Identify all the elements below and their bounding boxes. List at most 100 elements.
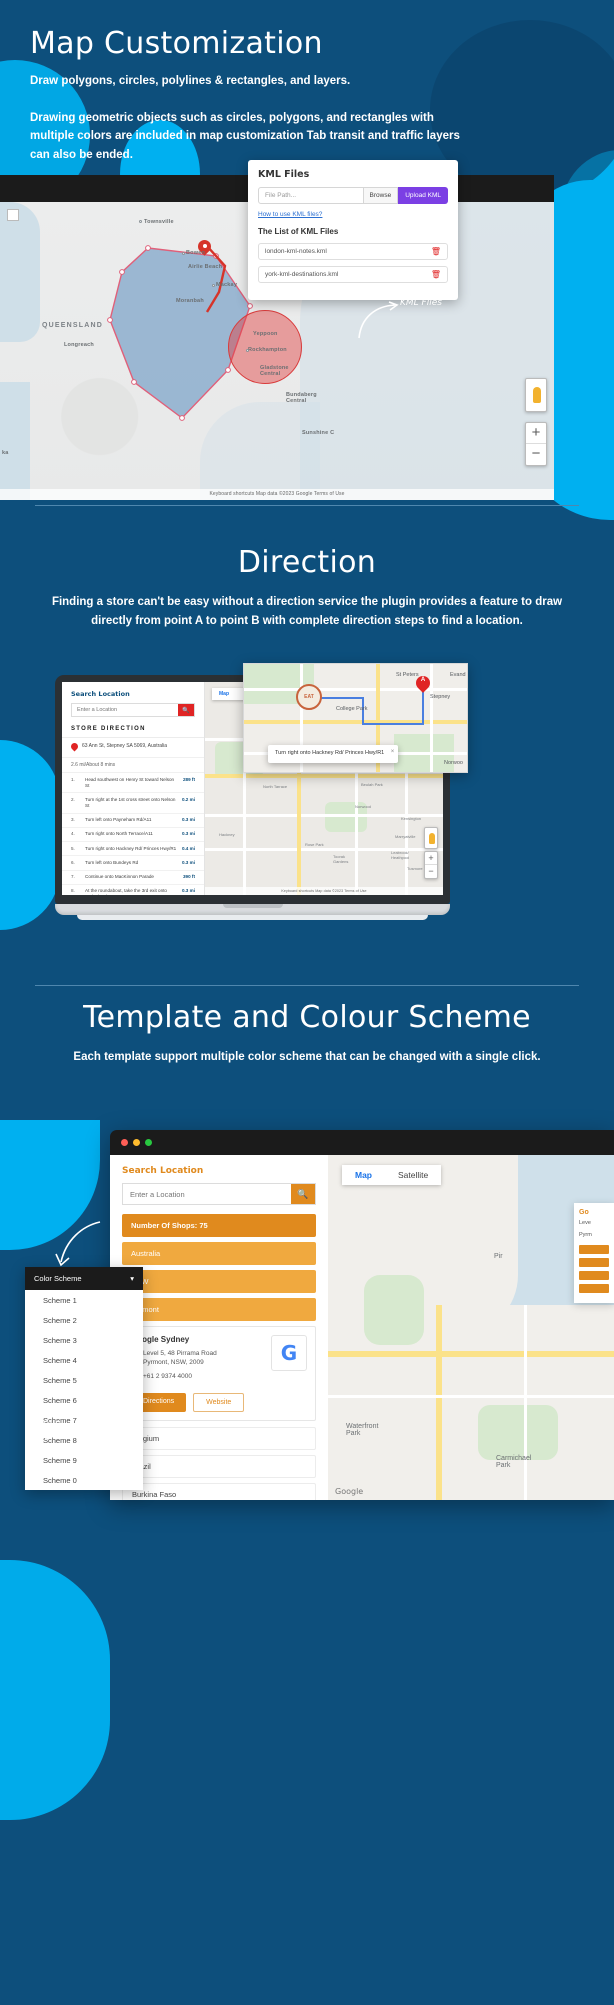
store-list-item[interactable]: Burkina Faso [122,1482,316,1500]
filter-country[interactable]: Australia [122,1242,316,1265]
section-direction: Direction Finding a store can't be easy … [0,545,614,986]
zoom-out-button[interactable]: − [425,865,437,878]
zoom-out-button[interactable]: − [526,444,546,465]
tab-map[interactable]: Map [212,688,236,700]
scheme-option[interactable]: Scheme 3 [25,1330,143,1350]
step-text: Turn left onto Bundeys Rd [85,859,139,865]
scheme-option[interactable]: Scheme 9 [25,1450,143,1470]
color-scheme-label: Color Scheme [34,1274,82,1283]
store-list-item[interactable]: Brazil [122,1454,316,1478]
step-text: Turn right onto Hackney Rd/ Princes Hwy/… [85,845,177,851]
close-icon[interactable] [121,1139,128,1146]
direction-step: 7. Continue onto MacKinnon Parade 390 ft [62,871,204,885]
map-zoom-controls[interactable]: + − [525,422,547,466]
close-icon[interactable]: × [391,748,395,757]
step-number: 1. [71,776,75,782]
tab-map[interactable]: Map [342,1165,385,1185]
store-card[interactable]: Google Sydney ● Level 5, 48 Pirrama Road… [122,1326,316,1421]
step-text: Turn left onto Payneham Rd/A11 [85,817,152,823]
kml-files-panel: KML Files File Path... Browse Upload KML… [248,160,458,300]
laptop-base [55,904,450,915]
scheme-option[interactable]: Scheme 6 [25,1390,143,1410]
kml-upload-button[interactable]: Upload KML [398,187,448,204]
search-icon[interactable]: 🔍 [291,1184,315,1204]
store-map[interactable]: Map Satellite Go Leve Pyrm Pir Waterfron… [328,1155,614,1500]
search-input[interactable] [72,704,178,716]
step-distance: 0.3 mi [181,817,195,823]
scheme-option[interactable]: Scheme 0 [25,1470,143,1490]
color-scheme-header[interactable]: Color Scheme ▾ [25,1267,143,1290]
kml-file-row[interactable]: york-kml-destinations.kml 🗑 [258,266,448,283]
street-view-pegman[interactable] [525,378,547,412]
scheme-option[interactable]: Scheme 4 [25,1350,143,1370]
map-label: Tusmore [407,866,423,871]
kml-file-row[interactable]: london-kml-notes.kml 🗑 [258,243,448,260]
scheme-option[interactable]: Scheme 2 [25,1310,143,1330]
store-phone: +61 2 9374 4000 [143,1372,192,1380]
section1-title: Map Customization [30,26,323,61]
map-polyline[interactable] [185,236,255,316]
map-fullscreen-button[interactable] [7,209,19,221]
color-swatch[interactable] [579,1270,609,1280]
map-label: St Peters [396,672,419,678]
tab-satellite[interactable]: Satellite [385,1165,442,1185]
map-label: Evand [450,672,466,678]
zoom-in-button[interactable]: + [526,423,546,444]
google-logo: G [271,1335,307,1371]
map-zoom-controls[interactable]: + − [424,851,438,879]
map-type-tabs[interactable]: Map Satellite [342,1165,442,1185]
scheme-option[interactable]: Scheme 1 [25,1290,143,1310]
filter-city[interactable]: Pyrmont [122,1298,316,1321]
location-icon [71,743,78,752]
direction-step: 8. At the roundabout, take the 3rd exit … [62,885,204,895]
direction-panel: Search Location 🔍 STORE DIRECTION 63 Ann… [62,682,205,895]
eat-marker-icon[interactable]: EAT [296,684,322,710]
map-label: Sunshine C [302,430,335,436]
color-scheme-dropdown[interactable]: Color Scheme ▾ Scheme 1 Scheme 2 Scheme … [25,1267,143,1490]
map-label: North Tarrace [263,784,288,789]
color-swatch[interactable] [579,1283,609,1293]
kml-howto-link[interactable]: How to use KML files? [258,211,448,218]
section2-body: Finding a store can't be easy without a … [51,596,563,627]
map-label: Beulah Park [361,782,383,787]
scheme-option[interactable]: Scheme 5 [25,1370,143,1390]
filter-state[interactable]: NSW [122,1270,316,1293]
search-box[interactable]: 🔍 [122,1183,316,1205]
step-distance: 390 ft [182,874,195,879]
color-swatch[interactable] [579,1257,609,1267]
maximize-icon[interactable] [145,1139,152,1146]
laptop-foot [77,915,428,920]
section3-body: Each template support multiple color sch… [73,1051,541,1063]
store-address-row: 63 Ann St, Stepney SA 5069, Australia [62,738,204,758]
minimize-icon[interactable] [133,1139,140,1146]
info-panel-line: Pyrm [579,1232,592,1239]
kml-browse-button[interactable]: Browse [363,187,399,204]
street-view-pegman[interactable] [424,827,438,849]
color-swatch[interactable] [579,1244,609,1254]
step-text: Turn right at the 1st cross street onto … [85,796,176,809]
info-panel-line: Leve [579,1220,591,1226]
trash-icon[interactable]: 🗑 [431,247,441,256]
zoom-in-button[interactable]: + [425,852,437,865]
store-list-item[interactable]: Belgium [122,1426,316,1450]
store-name: Google Sydney [131,1335,190,1344]
step-text: Continue onto MacKinnon Parade [85,874,154,879]
annotation-arrow-icon [55,1221,101,1267]
direction-step: 1. Head southwest on Henry St toward Nel… [62,773,204,794]
step-text: At the roundabout, take the 3rd exit ont… [85,888,167,895]
step-distance: 289 ft [182,776,195,782]
search-icon[interactable]: 🔍 [178,704,194,716]
step-distance: 0.3 mi [181,888,195,894]
website-button[interactable]: Website [193,1392,245,1412]
search-box[interactable]: 🔍 [71,703,195,717]
kml-file-path-input[interactable]: File Path... [258,187,364,204]
chevron-down-icon[interactable]: ▾ [130,1274,134,1283]
step-number: 7. [71,874,75,879]
direction-step: 5. Turn right onto Hackney Rd/ Princes H… [62,842,204,857]
search-input[interactable] [123,1184,291,1204]
route-summary: 2.6 mi/About 8 mins [62,758,204,773]
direction-steps-list[interactable]: 1. Head southwest on Henry St toward Nel… [62,773,204,895]
trash-icon[interactable]: 🗑 [431,270,441,279]
destination-marker[interactable]: A [416,676,430,695]
annotation-arrow-icon [358,301,399,339]
